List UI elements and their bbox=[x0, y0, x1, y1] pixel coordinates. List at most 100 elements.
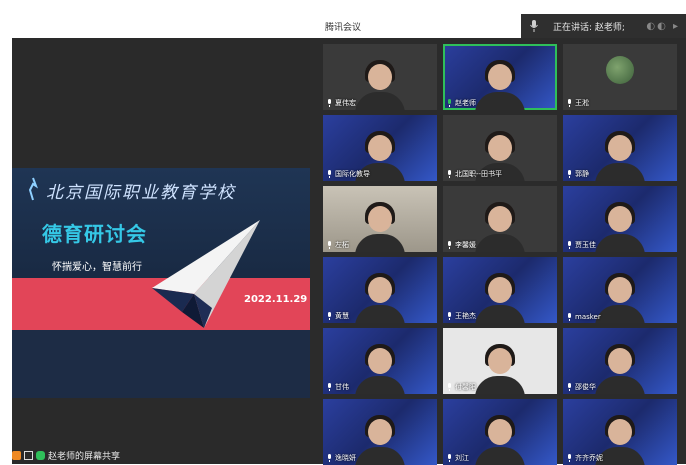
participant-tile[interactable]: 王淞 bbox=[563, 44, 677, 110]
participant-tile[interactable]: 齐齐乔妮 bbox=[563, 399, 677, 465]
participant-name: 贾玉佳 bbox=[575, 241, 596, 249]
participant-tile[interactable]: 邵俊华 bbox=[563, 328, 677, 394]
participant-tile[interactable]: 黄慧 bbox=[323, 257, 437, 323]
participant-name: 甘伟 bbox=[335, 383, 349, 391]
participant-tile[interactable]: 王艳杰 bbox=[443, 257, 557, 323]
participant-name: 夏伟宏 bbox=[335, 99, 356, 107]
user-icon bbox=[12, 450, 21, 460]
participant-name-tag: 王淞 bbox=[566, 98, 589, 108]
participant-video bbox=[368, 348, 392, 374]
participant-video bbox=[368, 64, 392, 90]
participant-name-tag: 赵老师 bbox=[446, 98, 476, 108]
participant-name: 逸晓妍 bbox=[335, 454, 356, 462]
paper-plane-icon bbox=[152, 220, 260, 328]
shared-slide: 北京国际职业教育学校 德育研讨会 怀揣爱心，智慧前行 2022.11.29 bbox=[12, 168, 310, 398]
microphone-icon bbox=[530, 20, 538, 32]
participant-tile[interactable]: 逸晓妍 bbox=[323, 399, 437, 465]
participant-video bbox=[475, 447, 525, 465]
participant-video bbox=[488, 419, 512, 445]
participant-video bbox=[608, 206, 632, 232]
participant-name: 国际化教导 bbox=[335, 170, 370, 178]
participant-video bbox=[475, 305, 525, 323]
participant-video bbox=[475, 234, 525, 252]
participant-name: 李馨媛 bbox=[455, 241, 476, 249]
microphone-icon bbox=[328, 99, 331, 107]
share-status-bar: 赵老师的屏幕共享 bbox=[12, 446, 120, 464]
participant-tile[interactable]: 左柘 bbox=[323, 186, 437, 252]
participant-name-tag: 贾玉佳 bbox=[566, 240, 596, 250]
speaking-indicator: 正在讲话: 赵老师; ◐◐ ▸ bbox=[521, 14, 686, 38]
participant-video bbox=[488, 64, 512, 90]
participant-tile[interactable]: 甘伟 bbox=[323, 328, 437, 394]
participant-name-tag: 左柘 bbox=[326, 240, 349, 250]
microphone-icon bbox=[36, 450, 45, 460]
participant-video bbox=[475, 376, 525, 394]
participant-video bbox=[595, 163, 645, 181]
participant-video bbox=[608, 277, 632, 303]
participant-tile[interactable]: 付馨阳 bbox=[443, 328, 557, 394]
participant-name-tag: 甘伟 bbox=[326, 382, 349, 392]
participant-video bbox=[355, 447, 405, 465]
participant-video bbox=[355, 92, 405, 110]
participant-name-tag: 王艳杰 bbox=[446, 311, 476, 321]
participant-name-tag: 夏伟宏 bbox=[326, 98, 356, 108]
participant-name: 赵老师 bbox=[455, 99, 476, 107]
participant-name: 北国职--田书平 bbox=[455, 170, 503, 178]
participant-video bbox=[595, 376, 645, 394]
window-controls-icon[interactable]: ◐◐ ▸ bbox=[646, 21, 680, 32]
participant-name-tag: 付馨阳 bbox=[446, 382, 476, 392]
participant-name: 邵俊华 bbox=[575, 383, 596, 391]
participant-tile[interactable]: 李馨媛 bbox=[443, 186, 557, 252]
participant-tile[interactable]: 北国职--田书平 bbox=[443, 115, 557, 181]
participant-name-tag: masker bbox=[566, 313, 601, 321]
participant-name: 付馨阳 bbox=[455, 383, 476, 391]
school-logo-icon bbox=[28, 177, 39, 201]
participant-tile[interactable]: 刘江 bbox=[443, 399, 557, 465]
microphone-icon bbox=[568, 99, 571, 107]
participant-name-tag: 逸晓妍 bbox=[326, 453, 356, 463]
participant-tile[interactable]: 国际化教导 bbox=[323, 115, 437, 181]
screen-share-view[interactable]: 北京国际职业教育学校 德育研讨会 怀揣爱心，智慧前行 2022.11.29 bbox=[12, 38, 310, 464]
participant-name: 齐齐乔妮 bbox=[575, 454, 603, 462]
participant-name: 王艳杰 bbox=[455, 312, 476, 320]
participant-tile[interactable]: 夏伟宏 bbox=[323, 44, 437, 110]
participant-name: 左柘 bbox=[335, 241, 349, 249]
participant-name: 王淞 bbox=[575, 99, 589, 107]
microphone-icon bbox=[328, 454, 331, 462]
participant-name-tag: 黄慧 bbox=[326, 311, 349, 321]
participant-tile[interactable]: masker bbox=[563, 257, 677, 323]
participant-video bbox=[355, 376, 405, 394]
participant-video bbox=[475, 92, 525, 110]
participant-video bbox=[368, 419, 392, 445]
participant-name-tag: 北国职--田书平 bbox=[446, 169, 502, 179]
participant-name: masker bbox=[575, 313, 601, 321]
participant-video bbox=[355, 305, 405, 323]
slide-date: 2022.11.29 bbox=[244, 294, 308, 305]
slide-slogan: 怀揣爱心，智慧前行 bbox=[52, 262, 142, 273]
participant-tile[interactable]: 赵老师 bbox=[443, 44, 557, 110]
participant-name-tag: 邵俊华 bbox=[566, 382, 596, 392]
microphone-icon bbox=[448, 170, 451, 178]
microphone-icon bbox=[568, 241, 571, 249]
participant-tile[interactable]: 郭静 bbox=[563, 115, 677, 181]
avatar bbox=[606, 56, 634, 84]
participant-video bbox=[368, 277, 392, 303]
microphone-icon bbox=[568, 170, 571, 178]
participant-name-tag: 郭静 bbox=[566, 169, 589, 179]
microphone-icon bbox=[448, 241, 451, 249]
participant-video bbox=[368, 135, 392, 161]
microphone-icon bbox=[328, 383, 331, 391]
slide-meeting-title: 德育研讨会 bbox=[42, 222, 147, 246]
participant-video bbox=[355, 234, 405, 252]
participant-name-tag: 刘江 bbox=[446, 453, 469, 463]
microphone-icon bbox=[568, 454, 571, 462]
participant-grid: 夏伟宏 赵老师 王淞国际化教导 北国职--田书平 郭静左柘 李馨媛 贾玉佳黄慧 王艳杰 mask… bbox=[319, 38, 686, 465]
speaking-label: 正在讲话: 赵老师; bbox=[553, 22, 625, 33]
microphone-icon bbox=[448, 383, 451, 391]
microphone-icon bbox=[448, 99, 451, 107]
microphone-icon bbox=[328, 312, 331, 320]
participant-name-tag: 李馨媛 bbox=[446, 240, 476, 250]
participant-video bbox=[488, 348, 512, 374]
participant-tile[interactable]: 贾玉佳 bbox=[563, 186, 677, 252]
participant-name: 刘江 bbox=[455, 454, 469, 462]
